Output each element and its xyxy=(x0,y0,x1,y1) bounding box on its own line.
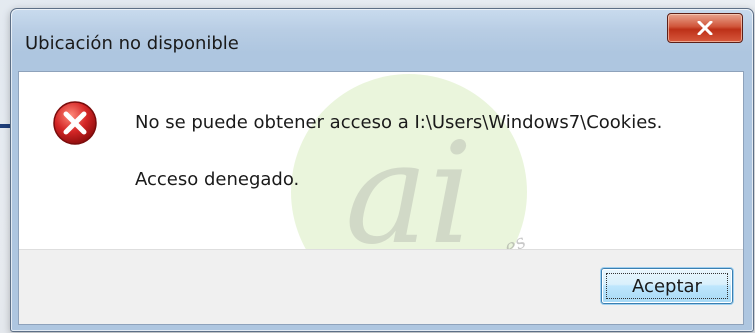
close-button[interactable] xyxy=(667,13,743,43)
error-message: No se puede obtener acceso a I:\Users\Wi… xyxy=(135,112,663,133)
title-bar[interactable]: Ubicación no disponible xyxy=(11,9,753,73)
focus-rectangle xyxy=(606,273,728,299)
dialog-content: ai www.abueloinformatico.es No se puede … xyxy=(18,71,744,325)
button-bar: Aceptar xyxy=(19,249,743,324)
error-detail: Acceso denegado. xyxy=(135,169,300,190)
error-icon xyxy=(53,101,97,145)
ok-button[interactable]: Aceptar xyxy=(601,268,733,304)
error-dialog: Ubicación no disponible ai www.abueloinf… xyxy=(10,8,754,332)
close-icon xyxy=(697,21,713,35)
dialog-title: Ubicación no disponible xyxy=(25,33,239,54)
